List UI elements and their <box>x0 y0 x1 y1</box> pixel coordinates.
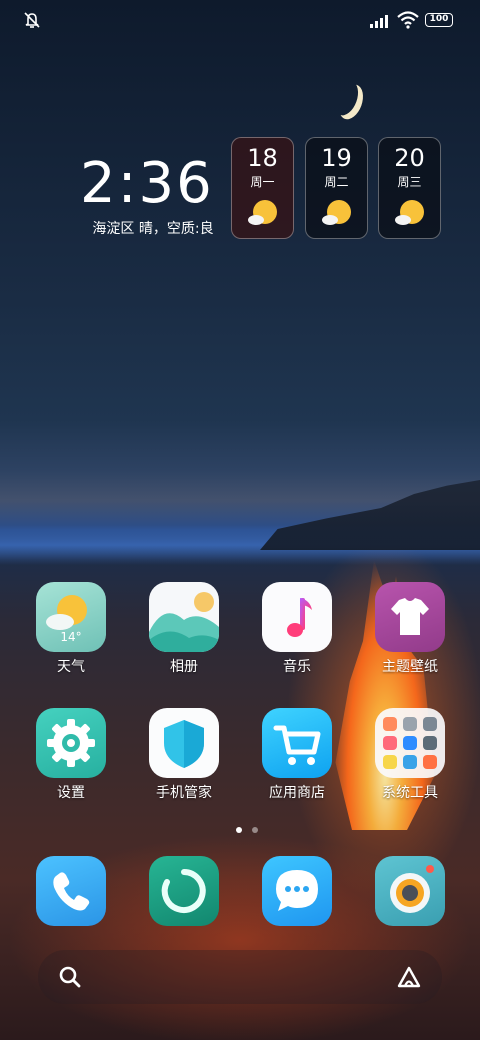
sunny-cloud-icon <box>248 200 277 225</box>
weather-temp: 14° <box>60 630 82 644</box>
search-bar[interactable] <box>38 950 442 1004</box>
forecast-card-day3[interactable]: 20 周三 <box>378 137 441 239</box>
app-label: 手机管家 <box>156 785 212 801</box>
app-label: 应用商店 <box>269 785 325 801</box>
battery-level: 100 <box>429 14 449 24</box>
music-icon[interactable] <box>262 582 332 652</box>
app-folder-tools[interactable]: 系统工具 <box>365 708 455 802</box>
battery-indicator: 100 <box>425 13 453 27</box>
forecast-date: 20 <box>394 144 425 172</box>
app-label: 相册 <box>170 659 198 675</box>
app-label: 主题壁纸 <box>382 659 438 675</box>
sunny-cloud-icon <box>395 200 424 225</box>
sunny-cloud-icon <box>322 200 351 225</box>
app-settings[interactable]: 设置 <box>26 708 116 802</box>
forecast-weekday: 周一 <box>250 175 275 189</box>
page-dot <box>252 827 258 833</box>
phone-icon[interactable] <box>36 856 106 926</box>
status-bar: 100 <box>0 0 480 40</box>
dock-messages[interactable] <box>252 856 342 926</box>
app-store[interactable]: 应用商店 <box>252 708 342 802</box>
forecast-weekday: 周三 <box>397 175 422 189</box>
app-label: 系统工具 <box>382 785 438 801</box>
clock-time[interactable]: 2:36 <box>80 152 212 216</box>
ring-icon[interactable] <box>149 856 219 926</box>
folder-icon[interactable] <box>375 708 445 778</box>
gear-icon[interactable] <box>36 708 106 778</box>
forecast-date: 18 <box>247 144 278 172</box>
weather-icon[interactable]: 14° <box>36 582 106 652</box>
search-icon[interactable] <box>58 965 82 989</box>
dock-camera[interactable] <box>365 856 455 926</box>
mute-icon <box>24 12 40 28</box>
shield-icon[interactable] <box>149 708 219 778</box>
forecast-weekday: 周二 <box>324 175 349 189</box>
dock-phone[interactable] <box>26 856 116 926</box>
forecast-card-day2[interactable]: 19 周二 <box>305 137 368 239</box>
signal-icon <box>370 15 388 28</box>
cart-icon[interactable] <box>262 708 332 778</box>
app-label: 音乐 <box>283 659 311 675</box>
page-dot-active <box>236 827 242 833</box>
forecast-card-day1[interactable]: 18 周一 <box>231 137 294 239</box>
app-weather[interactable]: 14° 天气 <box>26 582 116 676</box>
chat-icon[interactable] <box>262 856 332 926</box>
dock-security-center[interactable] <box>139 856 229 926</box>
assistant-icon[interactable] <box>396 965 422 989</box>
app-label: 设置 <box>57 785 85 801</box>
camera-icon[interactable] <box>375 856 445 926</box>
shirt-icon[interactable] <box>375 582 445 652</box>
gallery-icon[interactable] <box>149 582 219 652</box>
clock-weather-summary[interactable]: 海淀区 晴，空质:良 <box>78 218 228 238</box>
forecast-date: 19 <box>321 144 352 172</box>
page-indicator <box>234 827 264 835</box>
wifi-icon <box>397 11 419 29</box>
app-gallery[interactable]: 相册 <box>139 582 229 676</box>
app-security[interactable]: 手机管家 <box>139 708 229 802</box>
app-music[interactable]: 音乐 <box>252 582 342 676</box>
app-themes[interactable]: 主题壁纸 <box>365 582 455 676</box>
app-label: 天气 <box>57 659 85 675</box>
